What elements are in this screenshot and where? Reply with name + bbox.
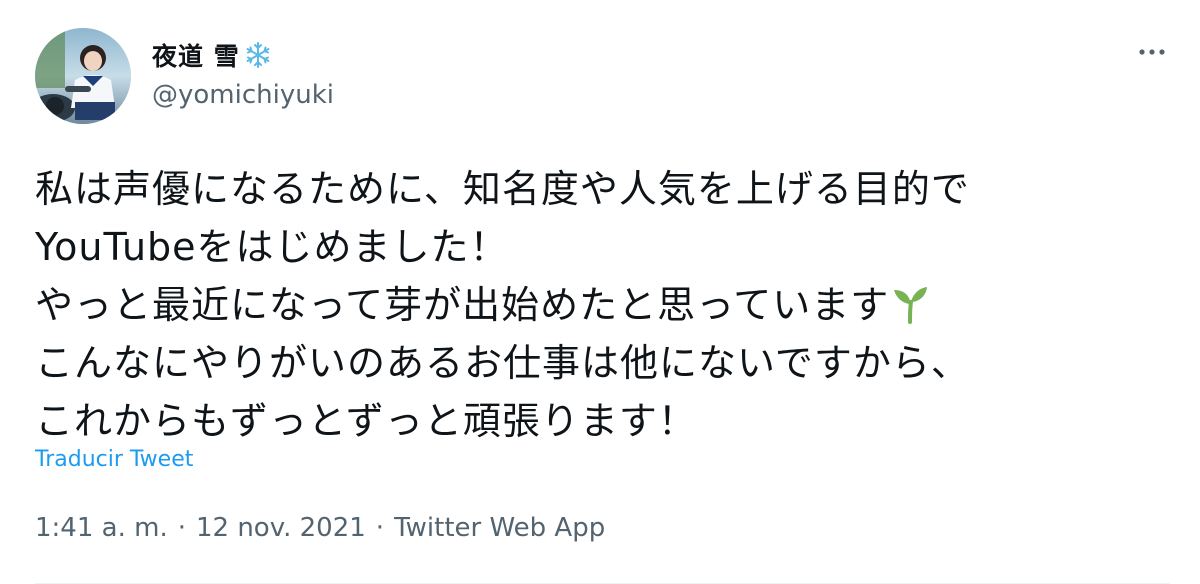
tweet-line-text: やっと最近になって芽が出始めたと思っています <box>35 283 890 327</box>
sprout-icon <box>891 282 929 324</box>
author-handle[interactable]: @yomichiyuki <box>152 80 334 110</box>
avatar[interactable] <box>35 28 131 124</box>
avatar-image <box>35 28 131 124</box>
tweet-metadata: 1:41 a. m. · 12 nov. 2021 · Twitter Web … <box>35 513 605 543</box>
tweet-line: YouTubeをはじめました！ <box>35 225 509 269</box>
tweet-line: こんなにやりがいのあるお仕事は他にないですから、 <box>35 341 970 385</box>
author-identity: 夜道 雪 @yomichiyuki <box>152 36 334 110</box>
tweet-line-with-emoji: やっと最近になって芽が出始めたと思っています <box>35 276 1175 334</box>
more-options-icon <box>1139 49 1165 55</box>
display-name-row: 夜道 雪 <box>152 36 334 74</box>
tweet-text: 私は声優になるために、知名度や人気を上げる目的で YouTubeをはじめました！… <box>35 160 1175 450</box>
tweet-source[interactable]: Twitter Web App <box>394 513 605 543</box>
tweet-header: 夜道 雪 @yomichiyuki <box>35 28 1170 128</box>
tweet-line: これからもずっとずっと頑張ります！ <box>35 399 697 443</box>
meta-separator: · <box>177 513 186 543</box>
tweet-date[interactable]: 12 nov. 2021 <box>196 513 366 543</box>
tweet-card: 夜道 雪 @yomichiyuki 私は声優になるために、知名度や人気を上げる目… <box>0 0 1200 584</box>
tweet-time[interactable]: 1:41 a. m. <box>35 513 168 543</box>
tweet-line: 私は声優になるために、知名度や人気を上げる目的で <box>35 167 970 211</box>
snowflake-icon <box>244 41 272 69</box>
meta-separator: · <box>375 513 385 543</box>
more-options-button[interactable] <box>1134 34 1170 70</box>
translate-tweet-link[interactable]: Traducir Tweet <box>35 447 193 472</box>
display-name[interactable]: 夜道 雪 <box>152 37 240 73</box>
